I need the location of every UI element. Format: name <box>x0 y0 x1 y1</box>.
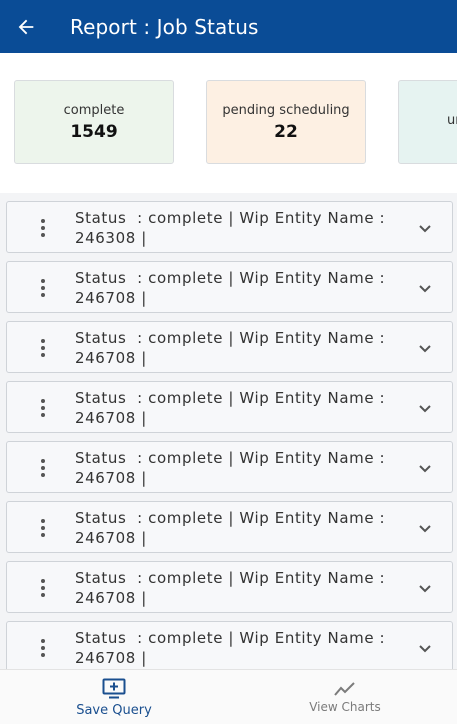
chevron-down-icon[interactable] <box>418 521 432 535</box>
list-item-line1: Status : complete | Wip Entity Name : <box>75 329 386 347</box>
list-item-line2: 246708 | <box>75 468 147 487</box>
list-item[interactable]: Status : complete | Wip Entity Name :246… <box>6 501 453 553</box>
summary-card-pending-scheduling[interactable]: pending scheduling 22 <box>206 80 366 164</box>
more-vertical-icon[interactable] <box>35 276 51 300</box>
view-charts-label: View Charts <box>309 700 381 714</box>
list-item-text: Status : complete | Wip Entity Name :246… <box>75 209 405 248</box>
more-vertical-icon[interactable] <box>35 456 51 480</box>
list-item-line1: Status : complete | Wip Entity Name : <box>75 509 386 527</box>
list-item[interactable]: Status : complete | Wip Entity Name :246… <box>6 561 453 613</box>
list-item-text: Status : complete | Wip Entity Name :246… <box>75 629 405 668</box>
more-vertical-icon[interactable] <box>35 636 51 660</box>
list-item-text: Status : complete | Wip Entity Name :246… <box>75 389 405 428</box>
chevron-down-icon[interactable] <box>418 281 432 295</box>
chevron-down-icon[interactable] <box>418 221 432 235</box>
summary-card-partial[interactable]: un <box>398 80 457 164</box>
list-item-line1: Status : complete | Wip Entity Name : <box>75 449 386 467</box>
line-chart-icon <box>334 682 355 696</box>
chevron-down-icon[interactable] <box>418 341 432 355</box>
list-item-line2: 246708 | <box>75 588 147 607</box>
list-item-line1: Status : complete | Wip Entity Name : <box>75 389 386 407</box>
list-item-text: Status : complete | Wip Entity Name :246… <box>75 269 405 308</box>
list-item[interactable]: Status : complete | Wip Entity Name :246… <box>6 381 453 433</box>
more-vertical-icon[interactable] <box>35 336 51 360</box>
list-item[interactable]: Status : complete | Wip Entity Name :246… <box>6 621 453 669</box>
page-title: Report : Job Status <box>70 14 259 39</box>
save-query-label: Save Query <box>76 702 152 718</box>
list-item-text: Status : complete | Wip Entity Name :246… <box>75 569 405 608</box>
list-item-line2: 246708 | <box>75 348 147 367</box>
list-item-line2: 246308 | <box>75 228 147 247</box>
card-value: 1549 <box>70 122 118 142</box>
more-vertical-icon[interactable] <box>35 396 51 420</box>
chevron-down-icon[interactable] <box>418 581 432 595</box>
list-item-line2: 246708 | <box>75 408 147 427</box>
list-item-text: Status : complete | Wip Entity Name :246… <box>75 509 405 548</box>
list-item[interactable]: Status : complete | Wip Entity Name :246… <box>6 201 453 253</box>
list-item-line1: Status : complete | Wip Entity Name : <box>75 629 386 647</box>
list-item-line1: Status : complete | Wip Entity Name : <box>75 569 386 587</box>
card-label: complete <box>63 103 125 118</box>
card-value: 22 <box>274 122 298 142</box>
job-status-list[interactable]: Status : complete | Wip Entity Name :246… <box>0 193 457 669</box>
summary-cards[interactable]: complete 1549 pending scheduling 22 un <box>0 53 457 193</box>
app-screen: Report : Job Status complete 1549 pendin… <box>0 0 457 724</box>
top-app-bar: Report : Job Status <box>0 0 457 53</box>
add-to-queue-icon <box>102 678 126 698</box>
more-vertical-icon[interactable] <box>35 516 51 540</box>
card-label: un <box>447 113 457 128</box>
list-item-text: Status : complete | Wip Entity Name :246… <box>75 329 405 368</box>
chevron-down-icon[interactable] <box>418 401 432 415</box>
chevron-down-icon[interactable] <box>418 641 432 655</box>
list-item-line1: Status : complete | Wip Entity Name : <box>75 269 386 287</box>
back-button[interactable] <box>0 0 52 53</box>
list-item[interactable]: Status : complete | Wip Entity Name :246… <box>6 261 453 313</box>
more-vertical-icon[interactable] <box>35 216 51 240</box>
list-item-line2: 246708 | <box>75 528 147 547</box>
bottom-navigation: Save Query View Charts <box>0 669 457 724</box>
list-item[interactable]: Status : complete | Wip Entity Name :246… <box>6 321 453 373</box>
summary-card-complete[interactable]: complete 1549 <box>14 80 174 164</box>
view-charts-button[interactable]: View Charts <box>231 670 457 724</box>
list-item-line1: Status : complete | Wip Entity Name : <box>75 209 386 227</box>
arrow-left-icon <box>18 19 34 34</box>
card-label: pending scheduling <box>222 103 350 118</box>
list-item-line2: 246708 | <box>75 288 147 307</box>
save-query-button[interactable]: Save Query <box>0 670 228 724</box>
more-vertical-icon[interactable] <box>35 576 51 600</box>
list-item[interactable]: Status : complete | Wip Entity Name :246… <box>6 441 453 493</box>
list-item-text: Status : complete | Wip Entity Name :246… <box>75 449 405 488</box>
chevron-down-icon[interactable] <box>418 461 432 475</box>
list-item-line2: 246708 | <box>75 648 147 667</box>
